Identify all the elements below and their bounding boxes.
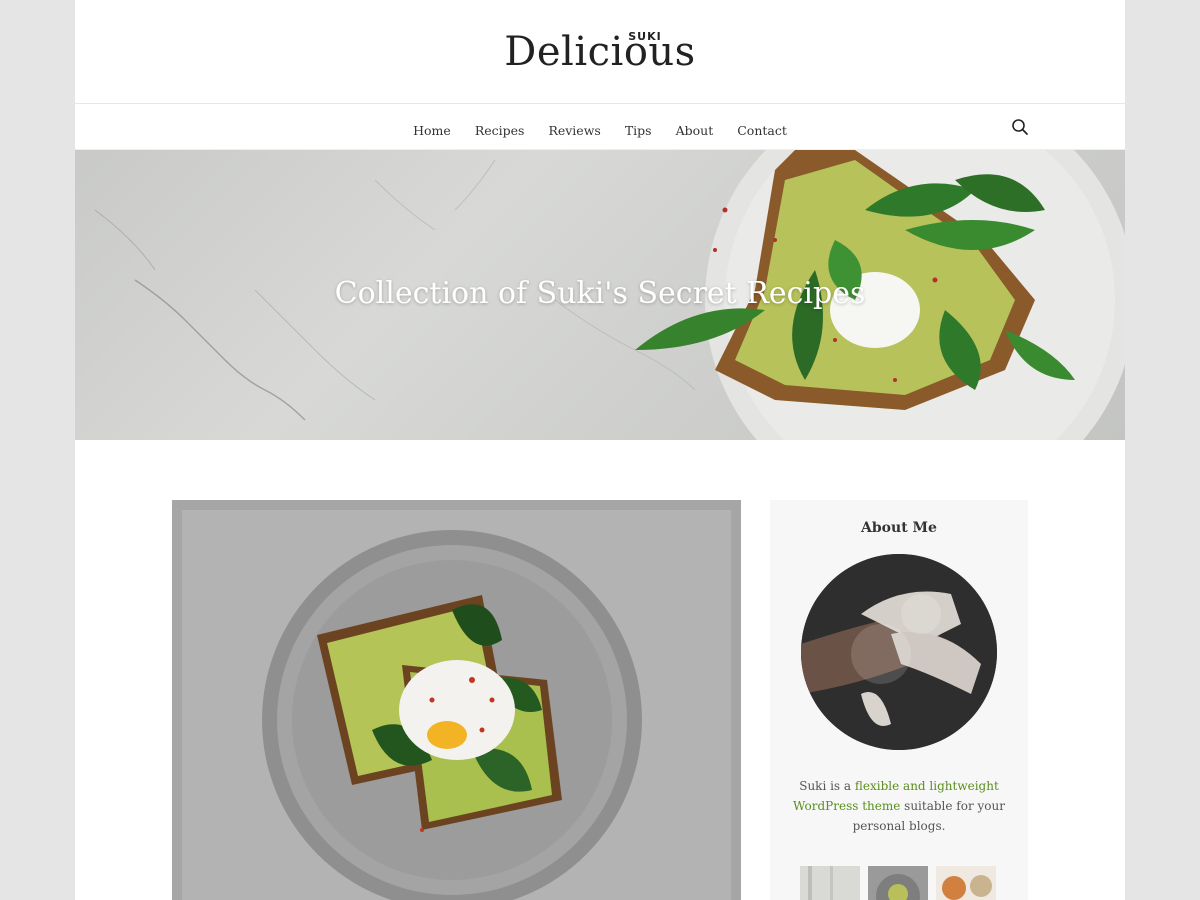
hero-banner: Collection of Suki's Secret Recipes bbox=[75, 150, 1125, 440]
thumbnail-image[interactable] bbox=[936, 866, 996, 900]
about-avatar bbox=[801, 554, 997, 750]
nav-list: Home Recipes Reviews Tips About Contact bbox=[75, 104, 1125, 139]
about-link-wordpress[interactable]: WordPress theme bbox=[793, 799, 900, 813]
nav-item-reviews: Reviews bbox=[548, 120, 600, 139]
avatar-image bbox=[801, 554, 997, 750]
nav-item-tips: Tips bbox=[625, 120, 652, 139]
hero-title: Collection of Suki's Secret Recipes bbox=[334, 276, 866, 311]
site-logo[interactable]: SUKI Delicious bbox=[75, 28, 1125, 76]
about-prefix: Suki is a bbox=[799, 779, 852, 793]
page-container: SUKI Delicious Home Recipes Reviews Tips… bbox=[75, 0, 1125, 900]
nav-link-recipes[interactable]: Recipes bbox=[475, 123, 525, 138]
nav-item-about: About bbox=[676, 120, 714, 139]
logo-small-text: SUKI bbox=[628, 30, 662, 43]
thumbnail-image[interactable] bbox=[800, 866, 860, 900]
nav-item-home: Home bbox=[413, 120, 451, 139]
logo-wrap[interactable]: SUKI Delicious bbox=[504, 28, 695, 76]
nav-link-reviews[interactable]: Reviews bbox=[548, 123, 600, 138]
nav-item-contact: Contact bbox=[737, 120, 787, 139]
thumbnail-image[interactable] bbox=[868, 866, 928, 900]
about-text: Suki is a flexible and lightweight WordP… bbox=[790, 776, 1008, 836]
featured-post-image[interactable] bbox=[172, 500, 741, 900]
main-navigation: Home Recipes Reviews Tips About Contact bbox=[75, 104, 1125, 150]
nav-link-home[interactable]: Home bbox=[413, 123, 451, 138]
logo-main-text: Delicious bbox=[504, 29, 696, 75]
nav-link-contact[interactable]: Contact bbox=[737, 123, 787, 138]
nav-link-about[interactable]: About bbox=[676, 123, 714, 138]
food-photo bbox=[172, 500, 741, 900]
nav-link-tips[interactable]: Tips bbox=[625, 123, 652, 138]
search-icon[interactable] bbox=[1011, 118, 1029, 136]
thumbnail-strip bbox=[800, 866, 996, 900]
site-header: SUKI Delicious bbox=[75, 0, 1125, 104]
sidebar-widget: About Me Suki is a flexible and lightwei… bbox=[770, 500, 1028, 900]
about-link-flexible[interactable]: flexible and lightweight bbox=[855, 779, 999, 793]
nav-item-recipes: Recipes bbox=[475, 120, 525, 139]
widget-title: About Me bbox=[861, 520, 937, 536]
